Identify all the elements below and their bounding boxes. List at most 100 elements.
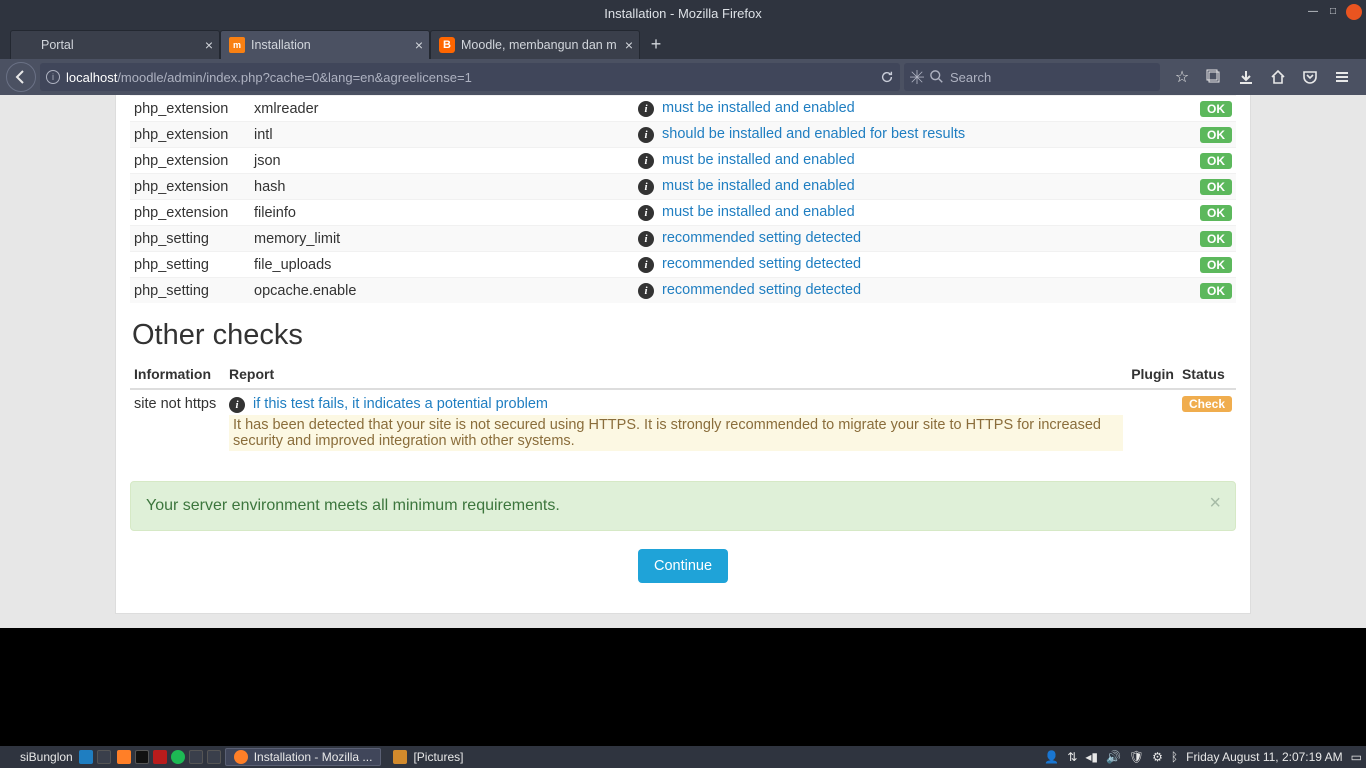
col-header-plugin: Plugin <box>1127 360 1178 389</box>
close-tab-icon[interactable]: × <box>205 37 213 53</box>
check-name: xmlreader <box>250 96 634 122</box>
page-viewport: php_extensionxmlreaderi must be installe… <box>0 95 1366 628</box>
taskbar-item-firefox[interactable]: Installation - Mozilla ... <box>225 748 382 766</box>
report-warning: It has been detected that your site is n… <box>229 415 1123 451</box>
info-icon[interactable]: i <box>638 127 654 143</box>
info-icon[interactable]: i <box>638 231 654 247</box>
menu-icon[interactable] <box>1332 67 1352 87</box>
check-report-link[interactable]: recommended setting detected <box>662 256 861 272</box>
info-icon[interactable]: i <box>638 179 654 195</box>
check-type: php_extension <box>130 148 250 174</box>
downloads-icon[interactable] <box>1236 67 1256 87</box>
user-icon[interactable]: 👤 <box>1044 750 1059 764</box>
show-desktop-icon[interactable]: ▭ <box>1351 750 1362 764</box>
hostname-label[interactable]: siBunglon <box>20 750 73 764</box>
check-report: i should be installed and enabled for be… <box>634 122 1172 148</box>
info-icon[interactable]: i <box>638 283 654 299</box>
check-report-link[interactable]: must be installed and enabled <box>662 178 855 194</box>
col-header-information: Information <box>130 360 225 389</box>
check-report: i recommended setting detected <box>634 226 1172 252</box>
workspace-switcher[interactable] <box>79 750 111 764</box>
alert-success: Your server environment meets all minimu… <box>130 481 1236 531</box>
continue-button[interactable]: Continue <box>638 549 728 583</box>
close-tab-icon[interactable]: × <box>625 37 633 53</box>
other-checks-heading: Other checks <box>132 319 1236 352</box>
alert-close-icon[interactable]: × <box>1209 492 1221 515</box>
browser-navbar: i localhost/moodle/admin/index.php?cache… <box>0 59 1366 95</box>
search-icon <box>930 70 944 84</box>
window-maximize-button[interactable]: □ <box>1326 4 1340 18</box>
info-icon[interactable]: i <box>229 397 245 413</box>
check-type: php_extension <box>130 174 250 200</box>
check-report-link[interactable]: must be installed and enabled <box>662 204 855 220</box>
server-checks-table: php_extensionxmlreaderi must be installe… <box>130 95 1236 303</box>
pocket-icon[interactable] <box>1300 67 1320 87</box>
check-name: hash <box>250 174 634 200</box>
battery-icon[interactable]: ◂▮ <box>1085 750 1098 764</box>
check-row: php_settingmemory_limiti recommended set… <box>130 226 1236 252</box>
tab-blogger[interactable]: B Moodle, membangun dan m × <box>430 30 640 59</box>
check-type: php_extension <box>130 122 250 148</box>
check-name: intl <box>250 122 634 148</box>
status-badge: OK <box>1200 127 1232 143</box>
info-icon[interactable]: i <box>638 205 654 221</box>
network-icon[interactable]: ⇅ <box>1067 750 1077 764</box>
info-icon[interactable]: i <box>638 153 654 169</box>
check-row: php_extensionxmlreaderi must be installe… <box>130 96 1236 122</box>
shield-icon[interactable]: 🛡 <box>1129 750 1144 764</box>
check-report-link[interactable]: should be installed and enabled for best… <box>662 126 965 142</box>
check-report: i recommended setting detected <box>634 252 1172 278</box>
check-row: php_extensionfileinfoi must be installed… <box>130 200 1236 226</box>
favicon-blogger-icon: B <box>439 37 455 53</box>
other-check-row: site not https i if this test fails, it … <box>130 389 1236 457</box>
status-badge: OK <box>1200 257 1232 273</box>
settings-gear-icon[interactable]: ⚙ <box>1152 750 1163 764</box>
check-name: json <box>250 148 634 174</box>
window-titlebar: Installation - Mozilla Firefox — □ <box>0 0 1366 26</box>
check-report: i must be installed and enabled <box>634 200 1172 226</box>
arrow-left-icon <box>13 69 29 85</box>
info-icon[interactable]: i <box>638 101 654 117</box>
library-icon[interactable] <box>1204 67 1224 87</box>
status-badge: OK <box>1200 283 1232 299</box>
status-badge: OK <box>1200 101 1232 117</box>
check-report-link[interactable]: recommended setting detected <box>662 230 861 246</box>
browser-tabs: Portal × m Installation × B Moodle, memb… <box>0 26 1366 59</box>
check-row: php_extensionintli should be installed a… <box>130 122 1236 148</box>
check-name: opcache.enable <box>250 278 634 304</box>
volume-icon[interactable]: 🔊 <box>1106 750 1121 764</box>
window-title: Installation - Mozilla Firefox <box>604 6 762 21</box>
favicon-generic-icon <box>19 37 35 53</box>
check-report-link[interactable]: must be installed and enabled <box>662 152 855 168</box>
taskbar-item-pictures[interactable]: [Pictures] <box>385 748 471 766</box>
tab-installation[interactable]: m Installation × <box>220 30 430 59</box>
reload-button[interactable] <box>880 70 894 84</box>
check-row: php_extensionhashi must be installed and… <box>130 174 1236 200</box>
installation-card: php_extensionxmlreaderi must be installe… <box>115 95 1251 614</box>
desktop-taskbar: siBunglon Installation - Mozilla ... [Pi… <box>0 746 1366 768</box>
window-minimize-button[interactable]: — <box>1306 4 1320 18</box>
status-badge: OK <box>1200 153 1232 169</box>
url-bar[interactable]: i localhost/moodle/admin/index.php?cache… <box>40 63 900 91</box>
search-bar[interactable]: Search <box>904 63 1160 91</box>
info-icon[interactable]: i <box>638 257 654 273</box>
check-type: php_setting <box>130 252 250 278</box>
check-row: php_extensionjsoni must be installed and… <box>130 148 1236 174</box>
clock-label[interactable]: Friday August 11, 2:07:19 AM <box>1186 750 1343 764</box>
back-button[interactable] <box>6 62 36 92</box>
tray-launchers[interactable] <box>117 750 221 764</box>
tab-portal[interactable]: Portal × <box>10 30 220 59</box>
bluetooth-icon[interactable]: ᛒ <box>1171 750 1178 764</box>
check-report: i recommended setting detected <box>634 278 1172 304</box>
identity-info-icon[interactable]: i <box>46 70 60 84</box>
new-tab-button[interactable]: + <box>640 30 672 59</box>
home-icon[interactable] <box>1268 67 1288 87</box>
bookmark-star-icon[interactable]: ☆ <box>1172 67 1192 87</box>
close-tab-icon[interactable]: × <box>415 37 423 53</box>
check-report-link[interactable]: must be installed and enabled <box>662 100 855 116</box>
report-link[interactable]: if this test fails, it indicates a poten… <box>253 396 548 412</box>
check-report-link[interactable]: recommended setting detected <box>662 282 861 298</box>
window-close-button[interactable] <box>1346 4 1362 20</box>
check-name: file_uploads <box>250 252 634 278</box>
check-name: fileinfo <box>250 200 634 226</box>
